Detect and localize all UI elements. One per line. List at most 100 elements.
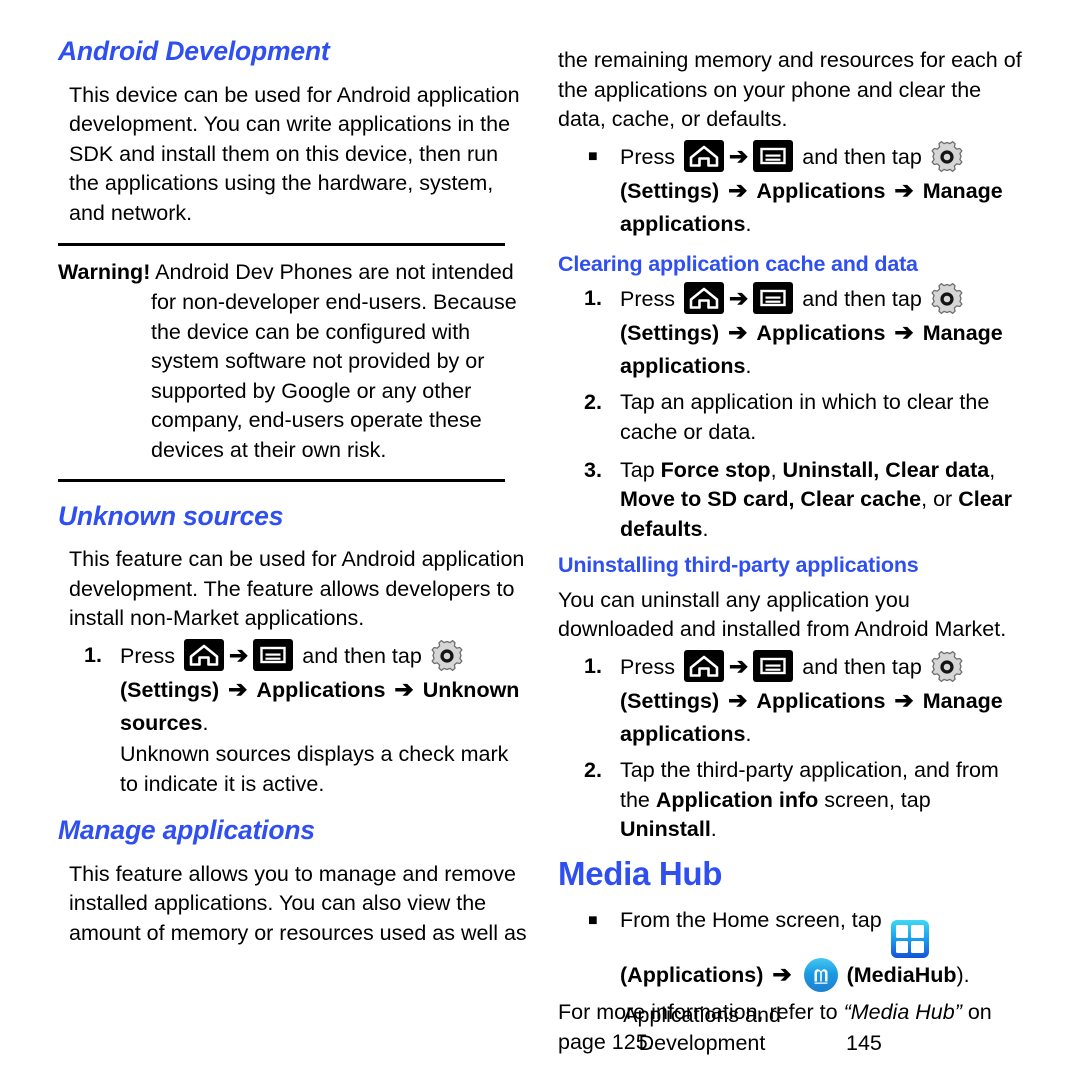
arrow-icon: ➔ (728, 687, 748, 714)
settings-gear-icon[interactable] (930, 140, 964, 174)
home-key-icon[interactable] (183, 638, 224, 671)
menu-key-icon[interactable] (753, 650, 794, 683)
option-force-stop: Force stop (660, 457, 771, 482)
step-press-label: Press (620, 287, 675, 312)
heading-manage-applications: Manage applications (58, 815, 315, 846)
bullet-text-a: From the Home screen, tap (620, 907, 882, 932)
settings-label: Settings (627, 321, 712, 346)
arrow-icon: ➔ (728, 653, 749, 680)
applications-grid-icon[interactable] (890, 920, 929, 959)
bullet-icon: ■ (588, 147, 598, 165)
period: . (202, 710, 209, 735)
step-path-line: (Settings) ➔ Applications ➔ Manage appli… (620, 174, 1028, 241)
footer-title: Applications and Development (623, 1003, 781, 1055)
warning-label: Warning! (58, 260, 151, 285)
sep: , (770, 457, 783, 482)
settings-gear-icon[interactable] (430, 639, 464, 673)
paren-close: ) (212, 677, 220, 702)
settings-gear-icon[interactable] (930, 282, 964, 316)
arrow-icon: ➔ (894, 319, 914, 346)
applications-label: Applications (256, 677, 386, 702)
manual-page: Android Development This device can be u… (0, 0, 1080, 1080)
paren-close: ) (712, 689, 720, 714)
arrow-icon: ➔ (772, 961, 792, 988)
sep: , (921, 487, 934, 512)
application-info-label: Application info (655, 787, 819, 812)
step-clearing-cache-3: 3. Tap Force stop, Uninstall, Clear data,… (558, 456, 1028, 545)
paragraph-unknown-sources: This feature can be used for Android app… (69, 547, 525, 631)
heading-uninstalling-third-party-applications: Uninstalling third-party applications (558, 553, 919, 578)
arrow-icon: ➔ (728, 142, 749, 169)
period: . (745, 211, 752, 236)
step-text-b: screen, tap (818, 787, 931, 812)
settings-gear-icon[interactable] (930, 650, 964, 684)
home-key-icon[interactable] (683, 282, 724, 315)
step-press-label: Press (620, 655, 675, 680)
step-unknown-sources-1: 1. Press ➔ and then tap (Settings) ➔ Applic… (58, 638, 528, 740)
paragraph-uninstalling: You can uninstall any application you do… (558, 587, 1007, 642)
menu-key-icon[interactable] (753, 282, 794, 315)
step-text: Tap an application in which to clear the… (620, 390, 990, 444)
sep: , (989, 457, 996, 482)
step-clearing-cache-1: 1. Press ➔ and then tap (Settings) ➔ Applic… (558, 282, 1028, 383)
step-press-label: Press (620, 144, 675, 169)
settings-label: Settings (627, 178, 712, 203)
menu-key-icon[interactable] (753, 139, 794, 172)
step-marker: 3. (584, 457, 602, 482)
settings-label: Settings (627, 689, 712, 714)
right-column: the remaining memory and resources for e… (558, 0, 1028, 1058)
step-path-line: (Settings) ➔ Applications ➔ Manage appli… (620, 316, 1028, 383)
applications-label: Applications (756, 689, 886, 714)
step-and-then-tap: and then tap (802, 655, 922, 680)
warning-block: Warning! Android Dev Phones are not inte… (58, 258, 528, 465)
option-move-to-sd-clear-cache: Move to SD card, Clear cache (620, 487, 922, 512)
paragraph-android-development: This device can be used for Android appl… (69, 82, 520, 225)
period: . (745, 354, 752, 379)
or-label: or (933, 487, 953, 512)
heading-android-development: Android Development (58, 36, 330, 66)
bullet-manage-applications: ■ Press ➔ and then tap (Settings) ➔ Applica… (558, 139, 1028, 241)
page-footer: Applications and Development 145 (558, 1001, 1028, 1057)
period: . (710, 817, 717, 842)
period: . (702, 516, 709, 541)
step-marker: 1. (84, 642, 102, 667)
step-marker: 1. (584, 654, 602, 679)
home-key-icon[interactable] (683, 650, 724, 683)
step-path-line: (Settings) ➔ Applications ➔ Manage appli… (620, 684, 1028, 751)
paren-close: ) (712, 321, 720, 346)
heading-clearing-application-cache-and-data: Clearing application cache and data (558, 251, 918, 276)
step-press-label: Press (120, 643, 175, 668)
arrow-icon: ➔ (728, 176, 748, 203)
mediahub-app-icon[interactable] (803, 958, 838, 993)
arrow-icon: ➔ (894, 176, 914, 203)
step-note-text: Unknown sources displays a check mark to… (120, 741, 509, 796)
period: . (745, 722, 752, 747)
step-and-then-tap: and then tap (802, 144, 922, 169)
step-uninstalling-2: 2. Tap the third-party application, and f… (558, 756, 1028, 845)
applications-label: Applications (756, 178, 886, 203)
step-clearing-cache-2: 2. Tap an application in which to clear t… (558, 388, 1028, 447)
menu-key-icon[interactable] (253, 638, 294, 671)
arrow-icon: ➔ (728, 285, 749, 312)
paragraph-manage-applications: This feature allows you to manage and re… (69, 861, 527, 945)
paren-close: ) (956, 963, 964, 988)
step-unknown-sources-note: Unknown sources displays a check mark to… (58, 740, 528, 799)
step-marker: 2. (584, 758, 602, 783)
heading-unknown-sources: Unknown sources (58, 500, 284, 531)
home-key-icon[interactable] (683, 139, 724, 172)
arrow-icon: ➔ (394, 675, 414, 702)
tap-label: Tap (620, 457, 655, 482)
step-path-line: (Settings) ➔ Applications ➔ Unknown sour… (120, 673, 528, 740)
step-and-then-tap: and then tap (802, 287, 922, 312)
bullet-icon: ■ (588, 911, 598, 929)
step-marker: 2. (584, 390, 602, 415)
heading-media-hub: Media Hub (558, 854, 723, 892)
uninstall-label: Uninstall (620, 817, 711, 842)
arrow-icon: ➔ (894, 687, 914, 714)
paragraph-manage-applications-cont: the remaining memory and resources for e… (558, 48, 1022, 132)
step-and-then-tap: and then tap (302, 643, 422, 668)
footer-page-number: 145 (846, 1031, 882, 1055)
paren-open: ( (846, 963, 854, 988)
warning-text: Android Dev Phones are not intended for … (151, 260, 517, 463)
option-uninstall-clear-data: Uninstall, Clear data (782, 457, 990, 482)
